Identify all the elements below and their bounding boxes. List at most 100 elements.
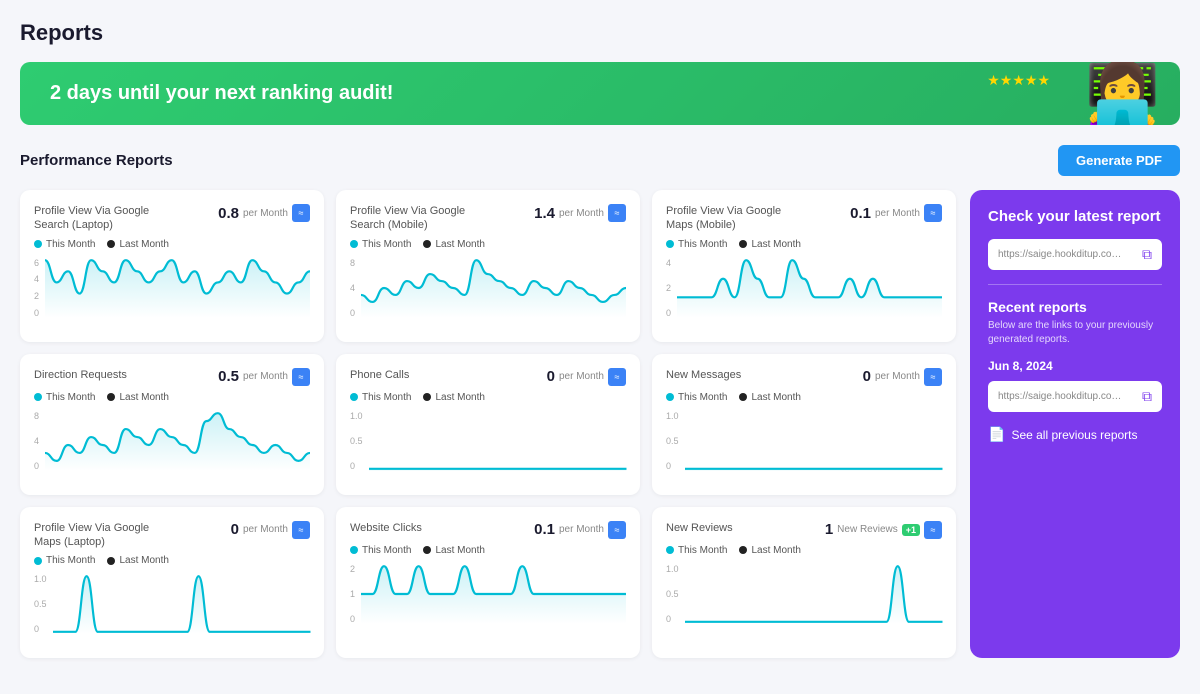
chart-number: 0.5 bbox=[218, 368, 239, 385]
chart-title: Direction Requests bbox=[34, 368, 127, 382]
this-month-dot bbox=[34, 240, 42, 248]
chart-legend: This Month Last Month bbox=[666, 392, 942, 403]
last-month-dot bbox=[739, 546, 747, 554]
chart-area: 420 bbox=[666, 258, 942, 328]
section-title: Performance Reports bbox=[20, 152, 173, 169]
chart-unit: per Month bbox=[875, 371, 920, 382]
app-wrapper: Reports 2 days until your next ranking a… bbox=[0, 0, 1200, 694]
chart-area: 840 bbox=[34, 411, 310, 481]
charts-grid: Profile View Via Google Search (Laptop) … bbox=[20, 190, 956, 658]
legend-last-month: Last Month bbox=[739, 239, 800, 250]
chart-value: 1 New Reviews +1 ≈ bbox=[825, 521, 942, 539]
chart-unit: per Month bbox=[559, 208, 604, 219]
chart-value: 0.8 per Month ≈ bbox=[218, 204, 310, 222]
chart-legend: This Month Last Month bbox=[34, 239, 310, 250]
this-month-dot bbox=[350, 393, 358, 401]
legend-last-month: Last Month bbox=[107, 555, 168, 566]
chart-card: New Messages 0 per Month ≈ This Month La… bbox=[652, 354, 956, 495]
previous-report-url: https://saige.hookditup.com/r... bbox=[998, 391, 1128, 402]
y-axis: 1.00.50 bbox=[350, 411, 365, 471]
y-axis: 420 bbox=[666, 258, 673, 318]
legend-this-month: This Month bbox=[666, 239, 727, 250]
y-axis: 1.00.50 bbox=[666, 411, 681, 471]
chart-card: Profile View Via Google Maps (Mobile) 0.… bbox=[652, 190, 956, 342]
chart-header: Direction Requests 0.5 per Month ≈ bbox=[34, 368, 310, 386]
this-month-label: This Month bbox=[678, 392, 727, 403]
this-month-dot bbox=[666, 393, 674, 401]
chart-value: 0 per Month ≈ bbox=[863, 368, 942, 386]
last-month-label: Last Month bbox=[435, 545, 484, 556]
last-month-dot bbox=[423, 546, 431, 554]
chart-value: 0.1 per Month ≈ bbox=[534, 521, 626, 539]
legend-this-month: This Month bbox=[350, 392, 411, 403]
chart-icon: ≈ bbox=[292, 521, 310, 539]
chart-header: Profile View Via Google Maps (Laptop) 0 … bbox=[34, 521, 310, 550]
charts-area: Profile View Via Google Search (Laptop) … bbox=[20, 190, 956, 658]
copy-url-icon[interactable]: ⧉ bbox=[1142, 246, 1152, 263]
chart-legend: This Month Last Month bbox=[666, 239, 942, 250]
audit-banner: 2 days until your next ranking audit! ★★… bbox=[20, 62, 1180, 125]
legend-this-month: This Month bbox=[350, 545, 411, 556]
chart-icon: ≈ bbox=[292, 368, 310, 386]
chart-area: 840 bbox=[350, 258, 626, 328]
chart-unit: per Month bbox=[243, 371, 288, 382]
chart-legend: This Month Last Month bbox=[350, 392, 626, 403]
generate-pdf-button[interactable]: Generate PDF bbox=[1058, 145, 1180, 176]
this-month-label: This Month bbox=[46, 555, 95, 566]
chart-header: Phone Calls 0 per Month ≈ bbox=[350, 368, 626, 386]
legend-this-month: This Month bbox=[34, 239, 95, 250]
latest-report-url-box[interactable]: https://saige.hookditup.com/r... ⧉ bbox=[988, 239, 1162, 270]
sparkline bbox=[685, 564, 942, 624]
legend-last-month: Last Month bbox=[107, 392, 168, 403]
chart-header: Website Clicks 0.1 per Month ≈ bbox=[350, 521, 626, 539]
chart-number: 0.1 bbox=[850, 205, 871, 222]
chart-area: 210 bbox=[350, 564, 626, 634]
chart-number: 0 bbox=[547, 368, 555, 385]
y-axis: 6420 bbox=[34, 258, 41, 318]
this-month-label: This Month bbox=[362, 239, 411, 250]
copy-prev-url-icon[interactable]: ⧉ bbox=[1142, 388, 1152, 405]
chart-number: 0 bbox=[863, 368, 871, 385]
report-date: Jun 8, 2024 bbox=[988, 359, 1162, 373]
previous-report-url-box[interactable]: https://saige.hookditup.com/r... ⧉ bbox=[988, 381, 1162, 412]
chart-area: 1.00.50 bbox=[666, 411, 942, 481]
sidebar-panel: Check your latest report https://saige.h… bbox=[970, 190, 1180, 658]
legend-this-month: This Month bbox=[666, 545, 727, 556]
chart-legend: This Month Last Month bbox=[350, 239, 626, 250]
chart-title: New Reviews bbox=[666, 521, 733, 535]
chart-number: 1 bbox=[825, 521, 833, 538]
chart-icon: ≈ bbox=[924, 368, 942, 386]
banner-stars: ★★★★★ bbox=[987, 72, 1050, 89]
this-month-dot bbox=[34, 557, 42, 565]
this-month-label: This Month bbox=[46, 392, 95, 403]
chart-area: 1.00.50 bbox=[350, 411, 626, 481]
last-month-dot bbox=[423, 240, 431, 248]
review-badge: +1 bbox=[902, 524, 920, 536]
legend-last-month: Last Month bbox=[739, 545, 800, 556]
chart-value: 0.5 per Month ≈ bbox=[218, 368, 310, 386]
see-all-reports-link[interactable]: 📄 See all previous reports bbox=[988, 426, 1162, 443]
last-month-dot bbox=[739, 240, 747, 248]
legend-last-month: Last Month bbox=[423, 545, 484, 556]
latest-report-url: https://saige.hookditup.com/r... bbox=[998, 249, 1128, 260]
chart-card: New Reviews 1 New Reviews +1 ≈ This Mont… bbox=[652, 507, 956, 659]
last-month-label: Last Month bbox=[435, 392, 484, 403]
see-all-label: See all previous reports bbox=[1011, 428, 1137, 442]
chart-icon: ≈ bbox=[924, 521, 942, 539]
recent-reports-desc: Below are the links to your previously g… bbox=[988, 319, 1162, 347]
doc-icon: 📄 bbox=[988, 426, 1005, 443]
chart-title: Profile View Via Google Maps (Mobile) bbox=[666, 204, 806, 233]
chart-value: 0.1 per Month ≈ bbox=[850, 204, 942, 222]
last-month-label: Last Month bbox=[435, 239, 484, 250]
chart-header: Profile View Via Google Search (Laptop) … bbox=[34, 204, 310, 233]
last-month-label: Last Month bbox=[751, 239, 800, 250]
this-month-label: This Month bbox=[362, 392, 411, 403]
chart-unit: per Month bbox=[243, 524, 288, 535]
legend-this-month: This Month bbox=[350, 239, 411, 250]
last-month-label: Last Month bbox=[119, 555, 168, 566]
this-month-label: This Month bbox=[678, 239, 727, 250]
chart-card: Profile View Via Google Maps (Laptop) 0 … bbox=[20, 507, 324, 659]
chart-header: Profile View Via Google Search (Mobile) … bbox=[350, 204, 626, 233]
chart-legend: This Month Last Month bbox=[666, 545, 942, 556]
y-axis: 210 bbox=[350, 564, 357, 624]
